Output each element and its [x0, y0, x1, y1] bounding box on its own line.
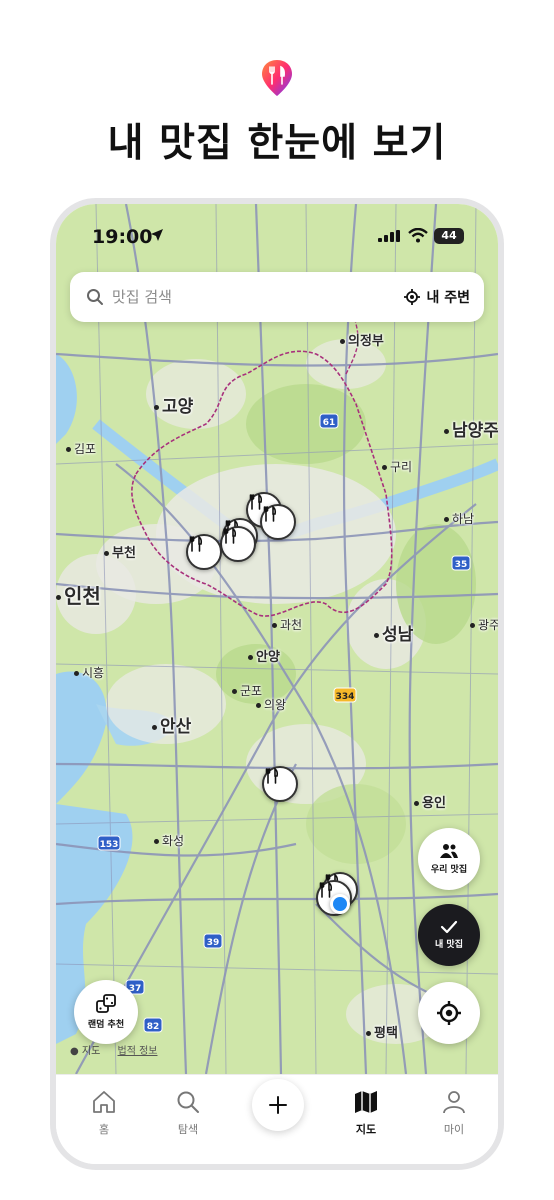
location-arrow-icon	[151, 229, 163, 241]
dice-icon	[96, 994, 116, 1013]
search-input[interactable]	[112, 282, 352, 312]
search-icon	[177, 1091, 199, 1113]
city-label: 김포	[66, 440, 96, 457]
city-label: 광주	[470, 616, 498, 633]
our-places-button[interactable]: 우리 맛집	[418, 828, 480, 890]
status-time: 19:00	[92, 226, 153, 248]
fork-knife-pin-icon	[260, 58, 294, 98]
city-label: 인천	[56, 580, 101, 609]
app-screen: 61 35 334 153 39 37 82 의정부 고양 남양주 김포 구리 …	[56, 204, 498, 1164]
city-label: 하남	[444, 510, 474, 527]
legal-info-link[interactable]: 법적 정보	[118, 1046, 158, 1057]
our-places-label: 우리 맛집	[430, 865, 468, 875]
crosshair-icon	[404, 289, 421, 305]
search-icon	[87, 289, 103, 305]
tab-explore[interactable]: 탐색	[158, 1089, 218, 1137]
apple-logo-icon: ●	[70, 1046, 79, 1057]
city-label: 과천	[272, 616, 302, 633]
cellular-signal-icon	[378, 230, 400, 242]
home-icon	[93, 1091, 115, 1113]
tab-map-label: 지도	[355, 1123, 377, 1136]
city-label: 의왕	[256, 696, 286, 713]
tab-home-label: 홈	[98, 1123, 110, 1136]
restaurant-pin[interactable]	[220, 526, 256, 562]
map-icon	[355, 1091, 377, 1113]
fork-knife-icon	[223, 528, 237, 544]
svg-text:153: 153	[100, 840, 119, 850]
map-credit-brand: 지도	[81, 1046, 101, 1057]
fork-knife-icon	[263, 506, 277, 522]
status-bar: 19:00 44	[56, 222, 498, 252]
tab-map[interactable]: 지도	[336, 1089, 396, 1137]
restaurant-pin[interactable]	[262, 766, 298, 802]
search-bar: 내 주변	[70, 272, 484, 322]
city-label: 시흥	[74, 664, 104, 681]
city-label: 구리	[382, 458, 412, 475]
city-label: 고양	[154, 392, 193, 417]
city-label: 의정부	[340, 330, 384, 349]
svg-text:39: 39	[207, 938, 220, 948]
my-places-label: 내 맛집	[435, 940, 463, 950]
city-label: 평택	[366, 1022, 398, 1041]
add-place-button[interactable]	[252, 1079, 304, 1131]
svg-text:334: 334	[336, 692, 355, 702]
my-places-button[interactable]: 내 맛집	[418, 904, 480, 966]
city-label: 안산	[152, 712, 191, 737]
nearby-button[interactable]: 내 주변	[404, 284, 470, 310]
restaurant-pin[interactable]	[186, 534, 222, 570]
tab-home[interactable]: 홈	[74, 1089, 134, 1137]
nearby-label: 내 주변	[426, 290, 470, 306]
people-icon	[440, 844, 458, 858]
restaurant-pin[interactable]	[260, 504, 296, 540]
tab-explore-label: 탐색	[177, 1123, 199, 1136]
svg-text:35: 35	[455, 560, 468, 570]
map-credit: ● 지도 법적 정보	[70, 1042, 158, 1057]
my-location-button[interactable]	[418, 982, 480, 1044]
svg-text:61: 61	[323, 418, 336, 428]
plus-icon	[269, 1096, 287, 1114]
wifi-icon	[408, 228, 428, 243]
svg-text:82: 82	[147, 1022, 160, 1032]
person-icon	[443, 1091, 465, 1114]
city-label: 부천	[104, 542, 136, 561]
phone-frame: 61 35 334 153 39 37 82 의정부 고양 남양주 김포 구리 …	[50, 198, 504, 1170]
city-label: 안양	[248, 646, 280, 665]
city-label: 성남	[374, 620, 413, 645]
gps-locate-icon	[437, 1001, 461, 1025]
checkmark-icon	[440, 920, 458, 934]
promo-title: 내 맛집 한눈에 보기	[107, 121, 447, 166]
city-label: 용인	[414, 792, 446, 811]
bottom-tab-bar: 홈 탐색 지도 마이	[56, 1074, 498, 1164]
fork-knife-icon	[265, 768, 279, 784]
current-location-dot	[330, 894, 350, 914]
random-recommend-label: 랜덤 추천	[87, 1020, 125, 1030]
random-recommend-button[interactable]: 랜덤 추천	[74, 980, 138, 1044]
city-label: 화성	[154, 832, 184, 849]
fork-knife-icon	[189, 536, 203, 552]
tab-my-label: 마이	[443, 1123, 465, 1136]
city-label: 남양주	[444, 416, 498, 441]
tab-my[interactable]: 마이	[424, 1089, 484, 1137]
battery-indicator: 44	[434, 228, 464, 244]
fork-knife-icon	[319, 882, 333, 898]
